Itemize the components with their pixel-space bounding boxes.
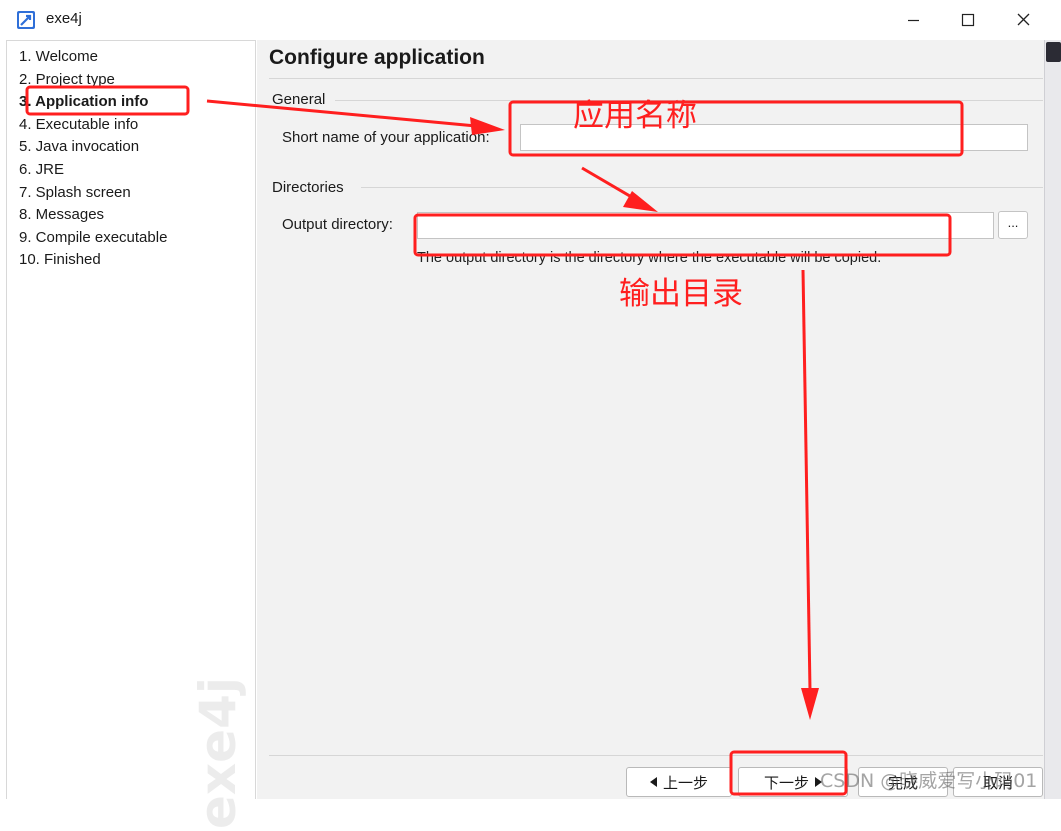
annotation-output-directory: 输出目录 bbox=[619, 276, 743, 312]
next-button-label: 下一步 bbox=[763, 774, 809, 792]
general-section-label: General bbox=[272, 91, 334, 108]
maximize-icon bbox=[961, 13, 975, 27]
title-bar: exe4j bbox=[0, 0, 1061, 40]
desktop-icon-fragment bbox=[1046, 42, 1061, 62]
exe4j-app-icon bbox=[17, 11, 35, 29]
step-item-5[interactable]: 5. Java invocation bbox=[19, 137, 167, 160]
exe4j-window: exe4j 1. Welcome 2. Project type 3. Applic… bbox=[0, 0, 1061, 829]
title-divider bbox=[269, 78, 1043, 79]
footer-divider bbox=[269, 755, 1043, 756]
output-directory-label: Output directory: bbox=[282, 216, 393, 233]
close-icon bbox=[1017, 13, 1030, 26]
minimize-button[interactable] bbox=[885, 0, 941, 40]
step-item-4[interactable]: 4. Executable info bbox=[19, 115, 167, 138]
close-button[interactable] bbox=[997, 0, 1053, 40]
arrow-left-icon bbox=[649, 777, 657, 787]
watermark-text: exe4j bbox=[189, 681, 247, 829]
steps-list: 1. Welcome 2. Project type 3. Application … bbox=[19, 47, 167, 273]
minimize-icon bbox=[908, 19, 919, 22]
step-item-10[interactable]: 10. Finished bbox=[19, 250, 167, 273]
maximize-button[interactable] bbox=[941, 0, 997, 40]
previous-button[interactable]: 上一步 bbox=[626, 767, 732, 797]
main-panel: Configure application General Short name… bbox=[257, 40, 1044, 799]
directories-section-label: Directories bbox=[272, 179, 352, 196]
output-directory-input[interactable] bbox=[417, 212, 994, 239]
wizard-steps-sidebar: 1. Welcome 2. Project type 3. Application … bbox=[6, 40, 256, 829]
page-title: Configure application bbox=[269, 46, 485, 69]
exe4j-watermark: exe4j bbox=[189, 681, 247, 829]
csdn-watermark: CSDN @晓威爱写小码01 bbox=[820, 770, 1038, 792]
short-name-label: Short name of your application: bbox=[282, 129, 490, 146]
step-item-8[interactable]: 8. Messages bbox=[19, 205, 167, 228]
output-directory-hint: The output directory is the directory wh… bbox=[417, 250, 882, 266]
browse-button[interactable]: ... bbox=[998, 211, 1028, 239]
step-item-6[interactable]: 6. JRE bbox=[19, 160, 167, 183]
directories-divider bbox=[361, 187, 1043, 188]
step-item-9[interactable]: 9. Compile executable bbox=[19, 228, 167, 251]
step-item-1[interactable]: 1. Welcome bbox=[19, 47, 167, 70]
previous-button-label: 上一步 bbox=[662, 774, 708, 792]
step-item-3[interactable]: 3. Application info bbox=[19, 92, 167, 115]
step-item-7[interactable]: 7. Splash screen bbox=[19, 183, 167, 206]
annotation-app-name: 应用名称 bbox=[573, 98, 697, 134]
desktop-background bbox=[1044, 40, 1061, 799]
window-title: exe4j bbox=[46, 10, 82, 27]
step-item-2[interactable]: 2. Project type bbox=[19, 70, 167, 93]
